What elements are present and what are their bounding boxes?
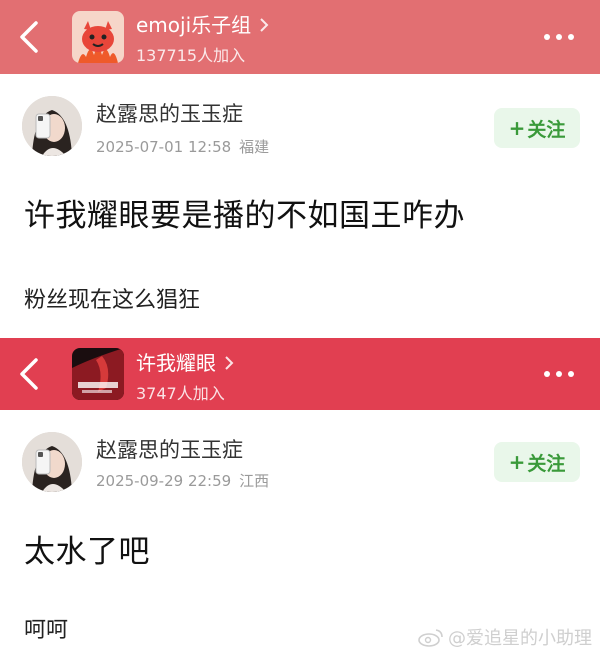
group-header: 许我耀眼 3747人加入 [0, 338, 600, 410]
follow-label: 关注 [527, 452, 566, 475]
group-name: 许我耀眼 [136, 351, 216, 375]
group-name: emoji乐子组 [136, 13, 252, 37]
chevron-right-icon [260, 18, 269, 32]
dot-icon [568, 371, 574, 377]
post-date: 2025-07-01 12:58 [96, 138, 232, 156]
post-location: 福建 [239, 138, 270, 156]
author-name[interactable]: 赵露思的玉玉症 [96, 98, 243, 128]
post-body: 粉丝现在这么猖狂 [24, 288, 201, 313]
follow-label: 关注 [527, 118, 566, 141]
plus-icon: + [508, 116, 526, 140]
post-meta: 2025-09-29 22:59 江西 [96, 470, 269, 491]
chevron-left-icon [20, 21, 38, 53]
post-body: 呵呵 [24, 618, 69, 643]
chevron-left-icon [20, 358, 38, 390]
user-photo-icon [22, 432, 82, 492]
member-count: 3747人加入 [136, 384, 225, 403]
watermark-text: @爱追星的小助理 [448, 628, 592, 649]
post-location: 江西 [239, 472, 270, 490]
fire-creature-icon [72, 11, 124, 63]
more-options-button[interactable] [544, 34, 574, 40]
post-meta: 2025-07-01 12:58 福建 [96, 136, 269, 157]
group-avatar[interactable] [72, 11, 124, 63]
user-photo-icon [22, 96, 82, 156]
post-card: 赵露思的玉玉症 2025-07-01 12:58 福建 + 关注 许我耀眼要是播的… [0, 74, 600, 338]
post-date: 2025-09-29 22:59 [96, 472, 232, 490]
more-options-button[interactable] [544, 371, 574, 377]
dot-icon [568, 34, 574, 40]
avatar[interactable] [22, 432, 82, 492]
avatar[interactable] [22, 96, 82, 156]
author-name[interactable]: 赵露思的玉玉症 [96, 434, 243, 464]
dot-icon [544, 371, 550, 377]
follow-button[interactable]: + 关注 [494, 108, 580, 148]
post-title: 许我耀眼要是播的不如国王咋办 [24, 198, 465, 234]
dot-icon [556, 371, 562, 377]
plus-icon: + [508, 450, 526, 474]
chevron-right-icon [225, 356, 234, 370]
post-card: 赵露思的玉玉症 2025-09-29 22:59 江西 + 关注 太水了吧 呵呵 [0, 410, 600, 658]
group-header: emoji乐子组 137715人加入 [0, 0, 600, 74]
drama-poster-icon [72, 348, 124, 400]
dot-icon [544, 34, 550, 40]
group-name-link[interactable]: emoji乐子组 [136, 12, 269, 38]
group-name-link[interactable]: 许我耀眼 [136, 350, 234, 376]
back-button[interactable] [14, 354, 44, 394]
follow-button[interactable]: + 关注 [494, 442, 580, 482]
group-avatar[interactable] [72, 348, 124, 400]
dot-icon [556, 34, 562, 40]
post-title: 太水了吧 [24, 534, 150, 570]
watermark: @爱追星的小助理 [418, 624, 592, 650]
back-button[interactable] [14, 17, 44, 57]
member-count: 137715人加入 [136, 46, 246, 65]
weibo-logo-icon [418, 629, 443, 647]
